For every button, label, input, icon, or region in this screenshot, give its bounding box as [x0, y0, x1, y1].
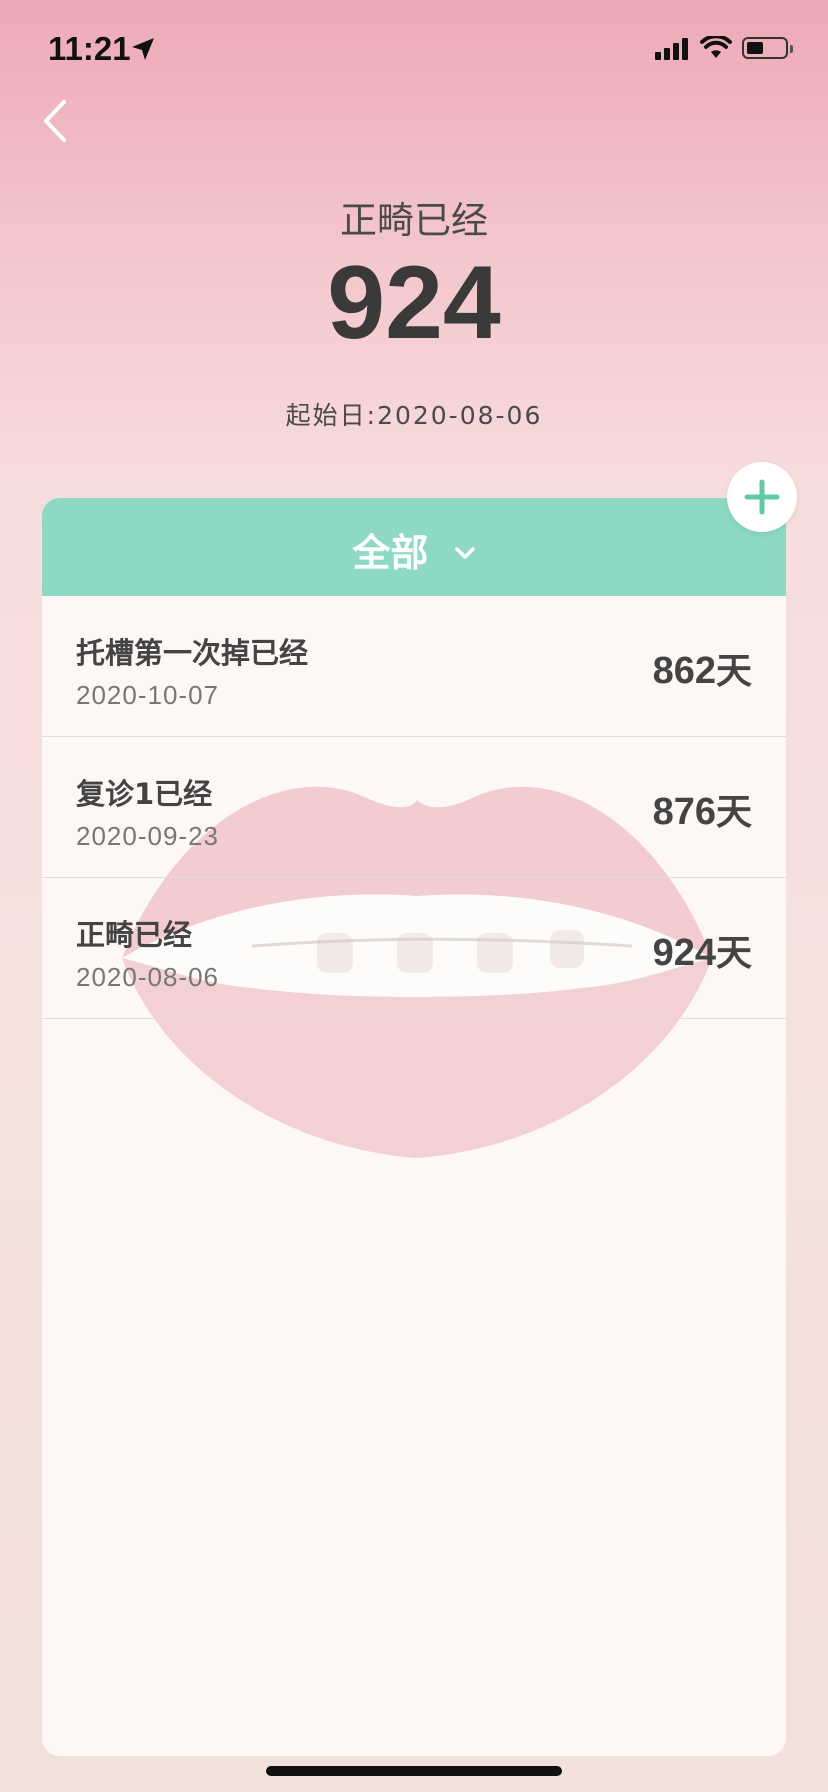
wifi-icon	[700, 36, 732, 58]
page-title: 正畸已经	[340, 199, 488, 242]
list-item[interactable]: 正畸已经 2020-08-06 924天	[42, 878, 786, 1019]
item-days-value: 876	[652, 791, 716, 833]
item-days-value: 924	[652, 932, 716, 974]
item-days-unit: 天	[715, 651, 752, 692]
back-button[interactable]	[38, 96, 78, 146]
status-time: 11:21	[48, 30, 131, 67]
home-indicator[interactable]	[266, 1766, 562, 1776]
list-item[interactable]: 复诊1已经 2020-09-23 876天	[42, 737, 786, 878]
item-date: 2020-08-06	[76, 962, 219, 992]
battery-icon	[742, 37, 793, 59]
add-event-button[interactable]	[727, 462, 797, 532]
filter-dropdown[interactable]: 全部	[42, 522, 786, 577]
days-counter: 924	[327, 245, 501, 361]
chevron-left-icon	[44, 100, 66, 142]
item-name: 复诊1已经	[76, 777, 213, 811]
item-date: 2020-10-07	[76, 680, 219, 710]
item-days-value: 862	[652, 650, 716, 692]
cellular-signal-icon	[655, 38, 688, 60]
location-arrow-icon	[132, 38, 154, 60]
start-date-label: 起始日:	[285, 401, 378, 430]
card-header: 全部	[42, 498, 786, 596]
events-card: 全部 托槽第一次掉已经 2020-10-07 862天 复诊1已经 2020-0…	[42, 498, 786, 1756]
start-date-row: 起始日:2020-08-06	[0, 396, 828, 432]
status-bar: 11:21	[0, 0, 828, 100]
item-name: 托槽第一次掉已经	[76, 636, 309, 670]
chevron-down-icon	[454, 546, 475, 559]
list-item[interactable]: 托槽第一次掉已经 2020-10-07 862天	[42, 596, 786, 737]
item-date: 2020-09-23	[76, 821, 219, 851]
item-days-unit: 天	[715, 933, 752, 974]
item-name: 正畸已经	[76, 918, 193, 952]
item-days: 876天	[653, 783, 752, 835]
item-days-unit: 天	[715, 792, 752, 833]
plus-icon	[744, 479, 780, 515]
item-days: 862天	[653, 642, 752, 694]
filter-label: 全部	[352, 531, 429, 575]
start-date-value: 2020-08-06	[377, 401, 543, 430]
item-days: 924天	[653, 924, 752, 976]
